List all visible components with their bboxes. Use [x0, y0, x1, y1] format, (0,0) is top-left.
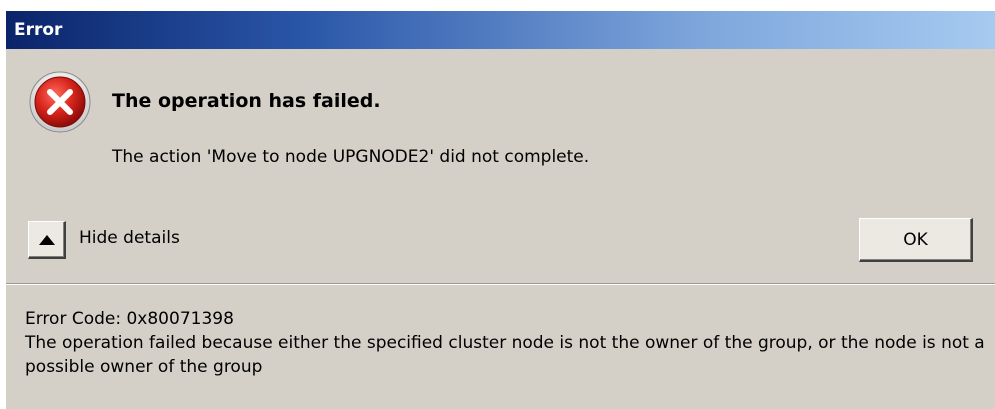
hide-details-button[interactable] [28, 221, 66, 259]
dialog-heading: The operation has failed. [112, 90, 381, 112]
hide-details-label[interactable]: Hide details [79, 228, 180, 248]
error-description: The operation failed because either the … [25, 333, 991, 377]
error-icon [28, 70, 92, 134]
window-title: Error [14, 20, 63, 40]
error-code: Error Code: 0x80071398 [25, 309, 234, 329]
divider [6, 283, 995, 285]
hide-details-toggle[interactable]: Hide details [28, 221, 228, 261]
dialog-message: The action 'Move to node UPGNODE2' did n… [112, 147, 590, 167]
ok-button[interactable]: OK [859, 218, 973, 262]
triangle-up-icon [39, 235, 55, 245]
error-details: Error Code: 0x80071398 The operation fai… [25, 307, 985, 379]
error-dialog: Error The operation has failed. The acti… [6, 11, 995, 409]
title-bar[interactable]: Error [6, 11, 995, 49]
